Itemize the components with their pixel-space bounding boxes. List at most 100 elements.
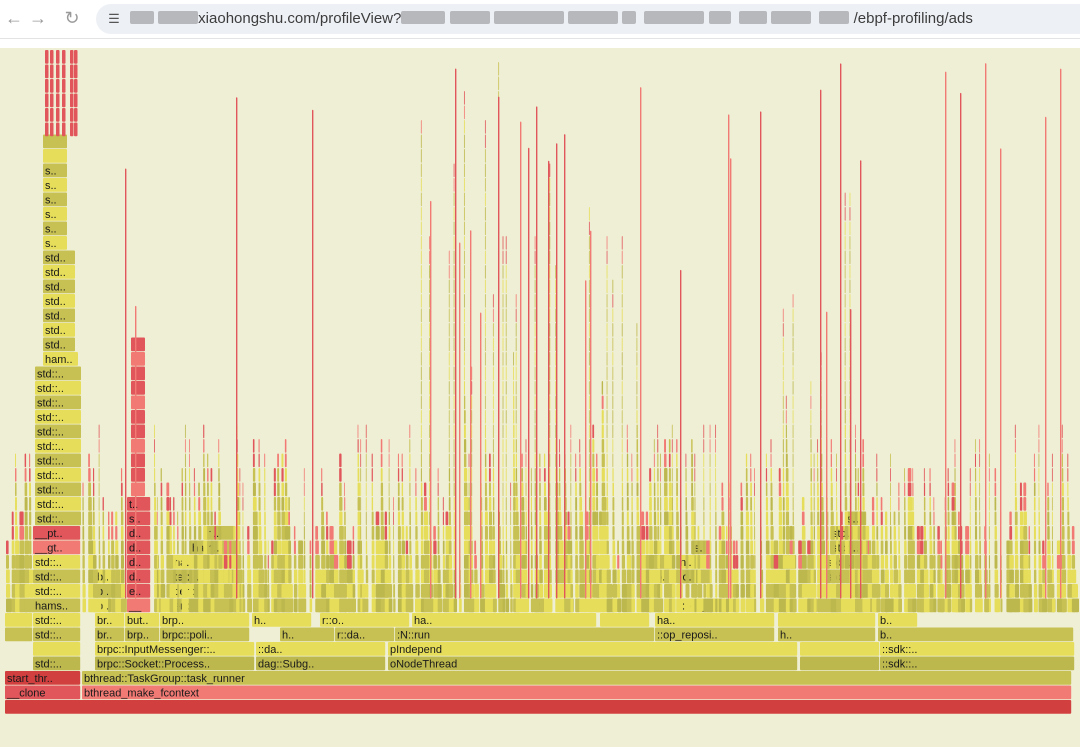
flame-frame[interactable] bbox=[904, 468, 905, 482]
flame-frame[interactable] bbox=[606, 279, 608, 294]
flame-frame[interactable] bbox=[923, 468, 925, 482]
flame-frame[interactable] bbox=[267, 598, 270, 613]
flame-frame[interactable] bbox=[1067, 569, 1073, 584]
flame-frame[interactable] bbox=[680, 598, 683, 613]
flame-frame[interactable] bbox=[844, 279, 846, 294]
flame-frame[interactable] bbox=[534, 352, 536, 366]
flame-frame[interactable] bbox=[1014, 598, 1021, 613]
flame-frame[interactable] bbox=[409, 569, 413, 584]
flame-frame[interactable] bbox=[239, 540, 241, 555]
flame-frame[interactable] bbox=[420, 279, 422, 294]
flame-frame[interactable] bbox=[876, 584, 881, 598]
flame-frame[interactable] bbox=[559, 555, 565, 569]
flame-frame[interactable] bbox=[898, 540, 900, 555]
flame-frame[interactable] bbox=[471, 569, 474, 584]
flame-frame[interactable] bbox=[912, 482, 914, 497]
flame-frame[interactable] bbox=[284, 526, 289, 540]
flame-frame[interactable] bbox=[502, 511, 504, 526]
flame-frame[interactable] bbox=[782, 526, 786, 540]
flame-frame[interactable] bbox=[471, 468, 473, 482]
flame-frame[interactable] bbox=[463, 337, 465, 352]
flame-frame[interactable] bbox=[510, 540, 512, 555]
flame-frame[interactable] bbox=[649, 555, 655, 569]
flame-frame[interactable] bbox=[166, 511, 170, 526]
flame-frame[interactable] bbox=[492, 584, 497, 598]
flame-frame[interactable] bbox=[239, 598, 242, 613]
flame-frame[interactable] bbox=[384, 511, 387, 526]
flame-frame[interactable] bbox=[420, 497, 423, 511]
flame-frame[interactable] bbox=[1033, 482, 1036, 497]
flame-frame[interactable] bbox=[82, 497, 84, 511]
flame-frame[interactable] bbox=[612, 439, 614, 453]
flame-frame[interactable] bbox=[588, 207, 590, 221]
flame-frame[interactable] bbox=[617, 569, 620, 584]
flame-frame[interactable] bbox=[505, 337, 507, 352]
flame-frame[interactable] bbox=[867, 540, 870, 555]
flame-frame[interactable] bbox=[778, 468, 781, 482]
flame-frame[interactable] bbox=[397, 453, 399, 468]
flame-frame[interactable] bbox=[111, 569, 116, 584]
flame-frame[interactable] bbox=[423, 497, 427, 511]
flame-frame[interactable] bbox=[388, 511, 391, 526]
flame-frame[interactable] bbox=[979, 482, 981, 497]
flame-frame[interactable] bbox=[954, 453, 956, 468]
flame-frame[interactable] bbox=[415, 482, 417, 497]
flame-frame[interactable] bbox=[502, 265, 504, 279]
flame-frame[interactable] bbox=[93, 569, 98, 584]
flame-frame[interactable] bbox=[570, 526, 572, 540]
flame-frame[interactable] bbox=[750, 526, 753, 540]
flame-frame[interactable] bbox=[745, 468, 748, 482]
flame-frame[interactable] bbox=[1019, 511, 1024, 526]
flame-frame[interactable] bbox=[258, 439, 260, 453]
flame-frame[interactable] bbox=[453, 598, 458, 613]
flame-frame[interactable] bbox=[120, 511, 124, 526]
flame-frame[interactable] bbox=[813, 497, 815, 511]
flame-spike[interactable] bbox=[850, 309, 852, 599]
flame-frame[interactable] bbox=[471, 540, 473, 555]
flame-frame[interactable] bbox=[664, 526, 670, 540]
flame-frame[interactable] bbox=[1038, 439, 1040, 453]
flame-frame[interactable] bbox=[98, 453, 100, 468]
flame-frame[interactable] bbox=[207, 497, 210, 511]
flame-frame[interactable] bbox=[420, 178, 422, 192]
flame-frame[interactable] bbox=[463, 381, 465, 395]
flame-frame[interactable] bbox=[371, 540, 375, 555]
flame-frame[interactable] bbox=[515, 352, 517, 366]
flame-frame[interactable] bbox=[498, 62, 500, 76]
flame-frame[interactable] bbox=[156, 540, 158, 555]
flame-frame[interactable] bbox=[844, 308, 846, 323]
flame-frame[interactable] bbox=[437, 468, 439, 482]
flame-frame[interactable] bbox=[685, 511, 688, 526]
flame-frame[interactable] bbox=[93, 584, 100, 598]
flame-frame[interactable] bbox=[785, 410, 787, 424]
flame-frame[interactable] bbox=[515, 511, 519, 526]
flame-frame[interactable] bbox=[631, 497, 633, 511]
flame-frame[interactable] bbox=[321, 482, 323, 497]
flame-frame[interactable] bbox=[315, 569, 322, 584]
flame-frame[interactable] bbox=[898, 526, 900, 540]
flame-frame[interactable] bbox=[365, 453, 367, 468]
flame-frame[interactable] bbox=[570, 598, 574, 613]
flame-frame[interactable] bbox=[844, 511, 849, 526]
flame-frame[interactable] bbox=[709, 584, 713, 598]
flame-frame[interactable] bbox=[420, 221, 422, 236]
flame-frame[interactable] bbox=[513, 453, 515, 468]
flame-frame[interactable] bbox=[974, 468, 977, 482]
flame-frame[interactable] bbox=[530, 468, 532, 482]
flame-frame[interactable] bbox=[1067, 555, 1072, 569]
flame-frame[interactable] bbox=[405, 526, 408, 540]
flame-frame[interactable] bbox=[694, 482, 696, 497]
flame-frame[interactable] bbox=[1061, 439, 1063, 453]
flame-frame[interactable] bbox=[994, 468, 997, 482]
flame-frame[interactable] bbox=[184, 424, 186, 439]
flame-frame[interactable] bbox=[344, 598, 348, 613]
flame-frame[interactable] bbox=[844, 453, 847, 468]
flame-frame[interactable] bbox=[393, 511, 395, 526]
flame-spike[interactable] bbox=[960, 92, 962, 599]
flame-frame[interactable] bbox=[904, 511, 906, 526]
flame-frame[interactable] bbox=[867, 598, 871, 613]
flame-frame[interactable] bbox=[218, 526, 222, 540]
flame-frame[interactable] bbox=[626, 453, 629, 468]
flame-frame[interactable] bbox=[599, 511, 603, 526]
flame-frame[interactable] bbox=[484, 555, 489, 569]
